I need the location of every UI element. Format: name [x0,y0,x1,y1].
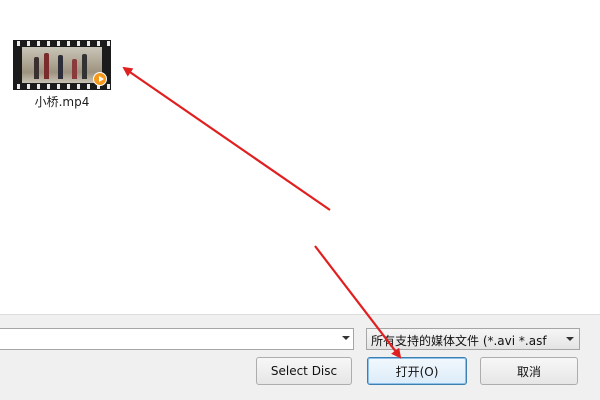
file-type-filter[interactable]: 所有支持的媒体文件 (*.avi *.asf [366,328,580,350]
file-item-video[interactable]: 小桥.mp4 [10,40,114,110]
filename-combobox[interactable] [0,328,354,350]
file-type-filter-value: 所有支持的媒体文件 (*.avi *.asf [371,334,547,348]
filename-input[interactable] [5,330,329,350]
cancel-button[interactable]: 取消 [480,357,578,385]
play-icon [93,72,107,86]
film-strip-top [13,41,111,46]
file-open-dialog: 小桥.mp4 所有支持的媒体文件 (*.avi *.asf Select Dis… [0,0,600,400]
chevron-down-icon[interactable] [342,336,350,340]
video-frame-preview [22,47,102,83]
open-button[interactable]: 打开(O) [367,357,467,385]
video-thumbnail-icon [13,40,111,90]
select-disc-button[interactable]: Select Disc [256,357,352,385]
dialog-footer: 所有支持的媒体文件 (*.avi *.asf Select Disc 打开(O)… [0,314,600,400]
file-list-view[interactable]: 小桥.mp4 [0,0,600,314]
chevron-down-icon [566,337,574,341]
file-name-label: 小桥.mp4 [34,95,90,109]
